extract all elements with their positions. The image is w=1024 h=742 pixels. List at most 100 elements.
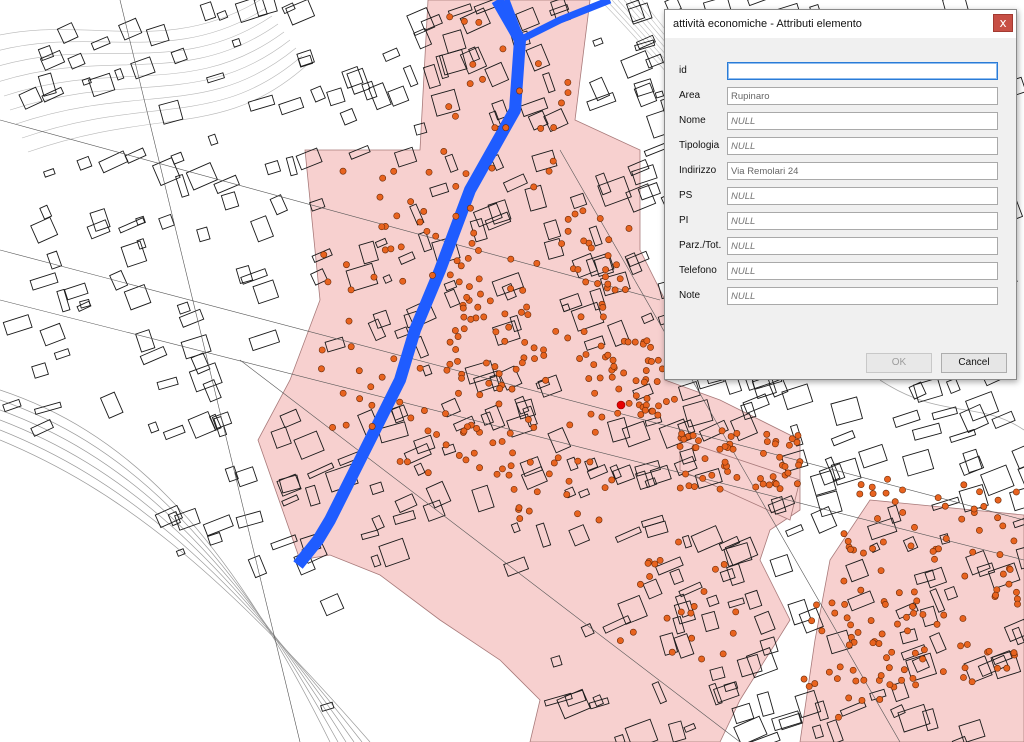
activity-point[interactable] — [891, 498, 899, 506]
activity-point[interactable] — [843, 614, 851, 622]
activity-point[interactable] — [599, 313, 607, 321]
activity-point[interactable] — [598, 413, 606, 421]
activity-point[interactable] — [554, 454, 562, 462]
activity-point[interactable] — [647, 343, 654, 351]
activity-point[interactable] — [429, 271, 436, 279]
activity-point[interactable] — [960, 481, 968, 489]
activity-point[interactable] — [841, 601, 849, 608]
activity-point[interactable] — [466, 80, 474, 88]
activity-point[interactable] — [424, 427, 432, 435]
activity-point[interactable] — [858, 697, 866, 704]
field-input-indirizzo[interactable] — [727, 162, 998, 180]
activity-point[interactable] — [462, 170, 470, 177]
activity-point[interactable] — [597, 342, 605, 350]
activity-point[interactable] — [460, 427, 468, 435]
activity-point[interactable] — [446, 360, 454, 368]
activity-point[interactable] — [590, 361, 598, 368]
activity-point[interactable] — [483, 359, 490, 367]
activity-point[interactable] — [919, 655, 927, 663]
activity-point[interactable] — [605, 236, 613, 244]
activity-point[interactable] — [566, 421, 574, 429]
activity-point[interactable] — [721, 458, 729, 466]
activity-point[interactable] — [510, 485, 518, 493]
activity-point[interactable] — [875, 640, 883, 647]
activity-point[interactable] — [443, 366, 451, 374]
activity-point[interactable] — [655, 402, 662, 410]
activity-point[interactable] — [1010, 649, 1018, 657]
activity-point[interactable] — [869, 639, 877, 647]
activity-point[interactable] — [752, 483, 760, 491]
activity-point[interactable] — [878, 630, 886, 638]
activity-point[interactable] — [668, 648, 676, 656]
activity-point[interactable] — [994, 496, 1002, 504]
activity-point[interactable] — [894, 620, 901, 628]
activity-point[interactable] — [884, 475, 891, 483]
activity-point[interactable] — [845, 694, 853, 702]
activity-point[interactable] — [586, 458, 594, 466]
activity-point[interactable] — [757, 475, 764, 482]
activity-point[interactable] — [499, 45, 507, 53]
activity-point[interactable] — [961, 572, 969, 580]
activity-point[interactable] — [828, 599, 836, 607]
activity-point[interactable] — [470, 229, 478, 237]
activity-point[interactable] — [537, 125, 545, 132]
activity-point[interactable] — [732, 608, 740, 616]
activity-point[interactable] — [407, 414, 415, 422]
activity-point[interactable] — [596, 215, 604, 222]
activity-point[interactable] — [879, 538, 887, 546]
activity-point[interactable] — [343, 261, 350, 269]
activity-point[interactable] — [934, 494, 942, 502]
activity-point[interactable] — [379, 174, 387, 182]
activity-point[interactable] — [558, 240, 566, 248]
activity-point[interactable] — [847, 546, 854, 553]
activity-point[interactable] — [452, 182, 460, 190]
activity-point[interactable] — [885, 664, 893, 672]
activity-point[interactable] — [976, 488, 983, 496]
activity-point[interactable] — [909, 674, 917, 682]
activity-point[interactable] — [847, 621, 854, 629]
activity-point[interactable] — [849, 666, 857, 674]
activity-point[interactable] — [579, 207, 587, 215]
activity-point[interactable] — [860, 549, 867, 557]
activity-point[interactable] — [675, 538, 682, 546]
activity-point[interactable] — [499, 465, 506, 473]
activity-point[interactable] — [719, 650, 727, 658]
activity-point[interactable] — [535, 60, 542, 68]
activity-point[interactable] — [492, 328, 500, 336]
activity-point[interactable] — [594, 280, 601, 287]
activity-point[interactable] — [620, 369, 628, 377]
activity-point[interactable] — [507, 255, 515, 263]
activity-point[interactable] — [729, 445, 737, 453]
activity-point[interactable] — [910, 588, 918, 596]
activity-point[interactable] — [526, 458, 534, 466]
activity-point[interactable] — [909, 603, 916, 610]
activity-point[interactable] — [624, 338, 632, 346]
activity-point[interactable] — [580, 237, 588, 245]
activity-point[interactable] — [929, 547, 937, 555]
activity-point[interactable] — [376, 193, 384, 201]
activity-point[interactable] — [407, 198, 415, 206]
activity-point[interactable] — [356, 395, 364, 403]
activity-point[interactable] — [854, 629, 862, 636]
selected-feature-layer[interactable] — [616, 400, 626, 410]
activity-point[interactable] — [876, 696, 884, 703]
activity-point[interactable] — [396, 458, 404, 465]
activity-point[interactable] — [701, 455, 709, 463]
activity-point[interactable] — [698, 655, 705, 663]
activity-point[interactable] — [451, 327, 459, 334]
activity-point[interactable] — [808, 617, 816, 625]
activity-point[interactable] — [1005, 580, 1013, 588]
activity-point[interactable] — [495, 370, 503, 378]
selected-activity-point[interactable] — [616, 400, 626, 410]
activity-point[interactable] — [550, 124, 558, 131]
activity-point[interactable] — [900, 666, 908, 674]
activity-point[interactable] — [485, 379, 493, 387]
activity-point[interactable] — [599, 303, 607, 311]
activity-point[interactable] — [621, 286, 629, 293]
activity-point[interactable] — [833, 675, 841, 683]
activity-point[interactable] — [640, 378, 648, 386]
activity-point[interactable] — [519, 286, 527, 294]
activity-point[interactable] — [475, 275, 483, 283]
activity-point[interactable] — [502, 124, 510, 132]
activity-point[interactable] — [564, 79, 572, 86]
